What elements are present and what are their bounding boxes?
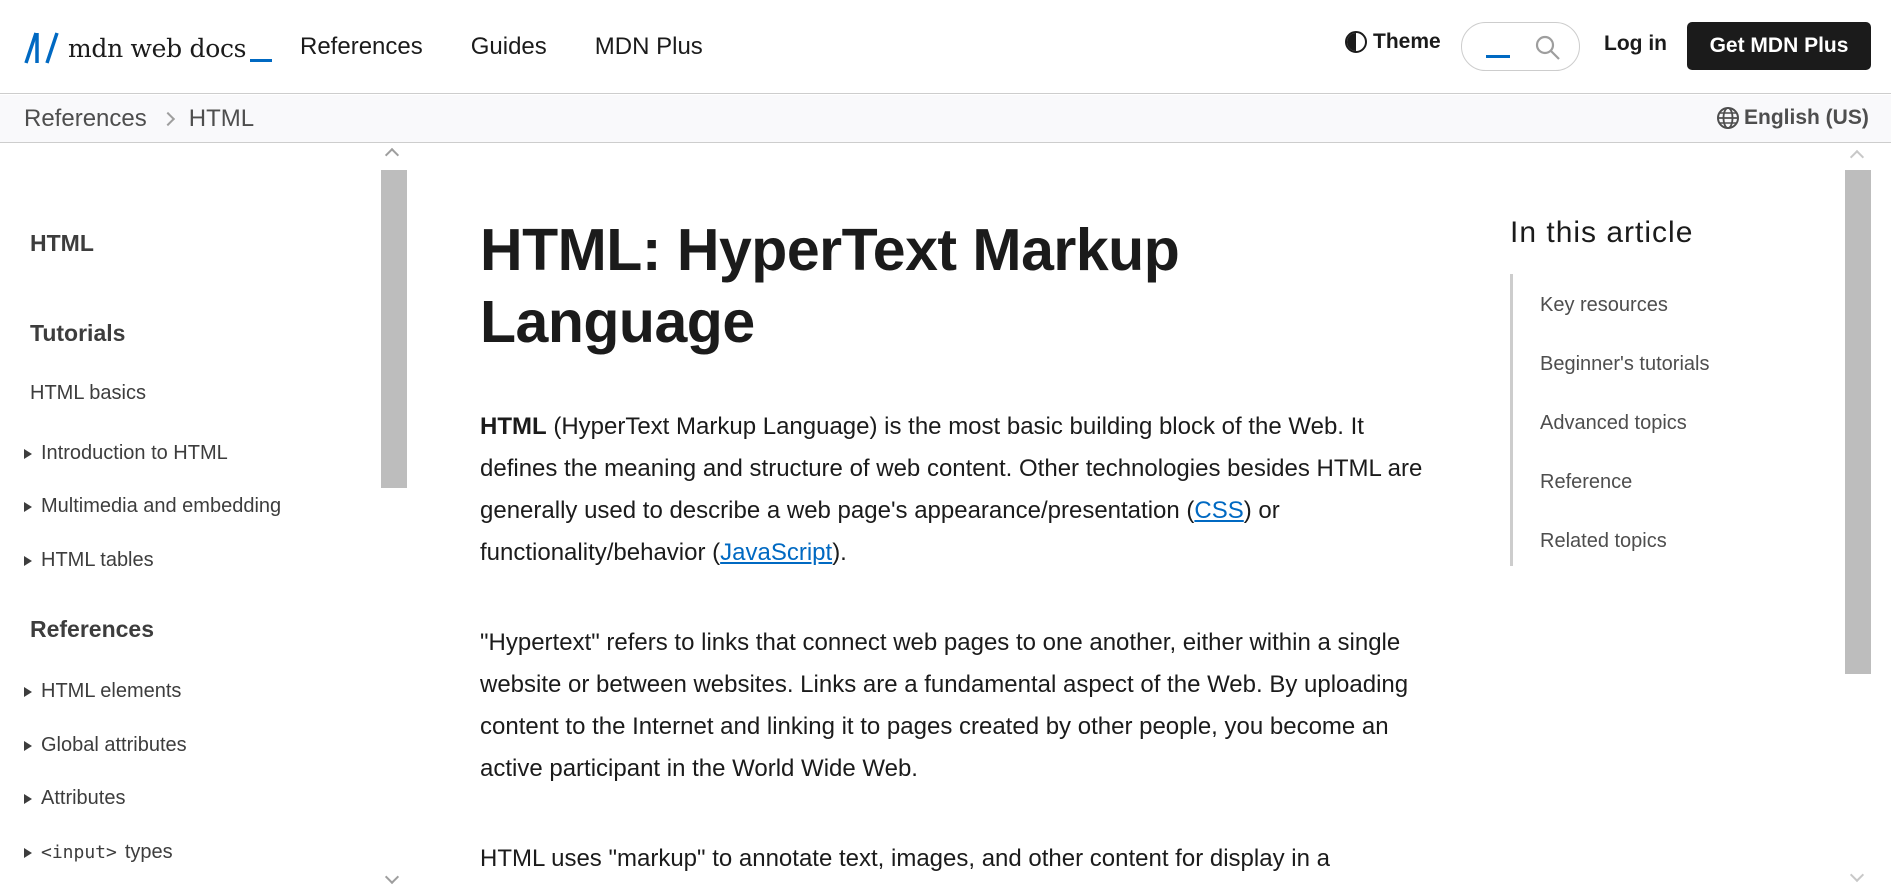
theme-button[interactable]: Theme (1345, 30, 1441, 54)
mdn-logo-icon (24, 32, 59, 64)
toc-item-related-topics[interactable]: Related topics (1540, 530, 1667, 553)
sidebar-heading-references: References (30, 616, 155, 642)
theme-contrast-icon (1345, 31, 1367, 53)
login-link[interactable]: Log in (1604, 32, 1667, 56)
toc-item-beginners-tutorials[interactable]: Beginner's tutorials (1540, 353, 1709, 376)
sidebar-title[interactable]: HTML (30, 230, 94, 257)
main-nav: References Guides MDN Plus (300, 30, 751, 64)
sidebar-scroll-up-icon[interactable] (384, 147, 400, 163)
breadcrumb-html[interactable]: HTML (189, 105, 254, 133)
language-switcher[interactable]: English (US) (1716, 106, 1869, 130)
sidebar-item-input-types[interactable]: <input> types (24, 841, 173, 864)
language-label: English (US) (1744, 106, 1869, 129)
sidebar-item-code: <input> (41, 842, 117, 863)
expand-triangle-icon (24, 448, 32, 459)
breadcrumb-bar: References HTML English (US) (0, 95, 1891, 143)
theme-label: Theme (1373, 30, 1441, 53)
sidebar-item-html-basics[interactable]: HTML basics (30, 382, 146, 405)
javascript-link[interactable]: JavaScript (720, 539, 832, 566)
expand-triangle-icon (24, 740, 32, 751)
sidebar-item-global-attributes[interactable]: Global attributes (24, 734, 187, 757)
search-icon[interactable] (1534, 34, 1562, 62)
sidebar-item-introduction[interactable]: Introduction to HTML (24, 442, 228, 465)
search-input[interactable] (1461, 22, 1580, 71)
nav-mdn-plus[interactable]: MDN Plus (595, 30, 703, 64)
sidebar-item-elements[interactable]: HTML elements (24, 680, 181, 703)
expand-triangle-icon (24, 555, 32, 566)
sidebar-item-tables[interactable]: HTML tables (24, 549, 154, 572)
expand-triangle-icon (24, 686, 32, 697)
toc-item-key-resources[interactable]: Key resources (1540, 294, 1668, 317)
page-scroll-up-icon[interactable] (1849, 149, 1865, 165)
sidebar-item-label: HTML elements (41, 680, 182, 702)
intro-paragraph: HTML (HyperText Markup Language) is the … (480, 406, 1440, 574)
logo-cursor (250, 58, 273, 62)
expand-triangle-icon (24, 847, 32, 858)
logo-text: mdn web docs (68, 33, 247, 63)
sidebar-item-label: types (124, 841, 173, 863)
sidebar-item-attributes[interactable]: Attributes (24, 787, 125, 810)
sidebar-item-label: Attributes (41, 787, 126, 809)
top-header: mdn web docs References Guides MDN Plus … (0, 0, 1891, 94)
nav-references[interactable]: References (300, 30, 423, 64)
breadcrumb-references[interactable]: References (24, 105, 147, 133)
sidebar: HTML Tutorials HTML basics Introduction … (0, 144, 408, 886)
sidebar-item-label: Global attributes (41, 734, 187, 756)
breadcrumb-chevron-icon (160, 111, 175, 127)
intro-bold-term: HTML (480, 413, 547, 440)
hypertext-paragraph: "Hypertext" refers to links that connect… (480, 629, 1409, 782)
globe-icon (1717, 107, 1739, 129)
intro-text-a: (HyperText Markup Language) is the most … (480, 413, 1423, 524)
mdn-logo[interactable]: mdn web docs (24, 30, 273, 66)
page-title: HTML: HyperText Markup Language (480, 217, 1180, 355)
sidebar-scrollbar[interactable] (381, 170, 407, 488)
nav-guides[interactable]: Guides (471, 30, 547, 64)
sidebar-scroll-down-icon[interactable] (384, 869, 400, 885)
markup-paragraph: HTML uses "markup" to annotate text, ima… (480, 845, 1330, 872)
page-scroll-down-icon[interactable] (1849, 867, 1865, 883)
sidebar-item-label: HTML tables (41, 549, 154, 571)
expand-triangle-icon (24, 793, 32, 804)
sidebar-item-label: Introduction to HTML (41, 442, 228, 464)
intro-text-c: ). (832, 539, 847, 566)
toc-title: In this article (1510, 216, 1694, 249)
toc-item-advanced-topics[interactable]: Advanced topics (1540, 412, 1687, 435)
search-caret (1486, 55, 1510, 58)
get-mdn-plus-button[interactable]: Get MDN Plus (1687, 22, 1871, 70)
toc-item-reference[interactable]: Reference (1540, 471, 1632, 494)
page-scrollbar[interactable] (1845, 170, 1871, 674)
sidebar-item-multimedia[interactable]: Multimedia and embedding (24, 495, 281, 518)
css-link[interactable]: CSS (1194, 497, 1243, 524)
breadcrumb: References HTML (24, 105, 254, 133)
sidebar-heading-tutorials: Tutorials (30, 320, 126, 346)
toc-list: Key resources Beginner's tutorials Advan… (1510, 274, 1770, 566)
sidebar-item-label: Multimedia and embedding (41, 495, 282, 517)
expand-triangle-icon (24, 501, 32, 512)
